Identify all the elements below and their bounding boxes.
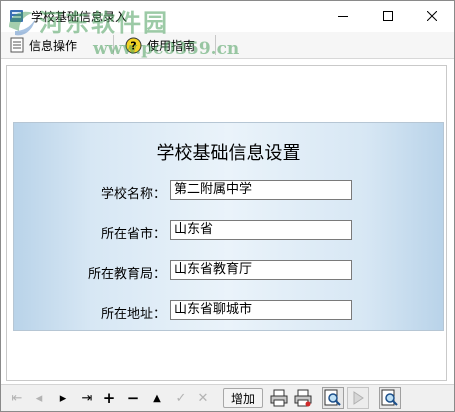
education-bureau-input[interactable]: 山东省教育厅 — [170, 260, 352, 280]
title-bar[interactable]: 学校基础信息录入 — [1, 1, 454, 31]
menu-separator — [215, 35, 216, 55]
database-icon — [9, 37, 25, 53]
school-name-input[interactable]: 第二附属中学 — [170, 180, 352, 200]
education-bureau-label: 所在教育局： — [88, 267, 167, 282]
school-name-label: 学校名称： — [100, 187, 166, 202]
minimize-button[interactable] — [320, 1, 365, 31]
print-icon[interactable] — [268, 387, 290, 409]
form-title: 学校基础信息设置 — [156, 143, 301, 164]
prior-record-button[interactable]: ◂ — [29, 388, 49, 408]
app-icon — [9, 8, 25, 24]
help-icon: ? — [125, 37, 142, 54]
post-record-button[interactable]: ✓ — [171, 388, 191, 408]
province-city-label: 所在省市： — [100, 227, 166, 242]
address-input[interactable]: 山东省聊城市 — [170, 300, 352, 320]
record-navigator: ⇤ ◂ ▸ ⇥ + − ▲ ✓ ✕ 增加 — [1, 384, 454, 411]
cancel-record-button[interactable]: ✕ — [193, 388, 213, 408]
window-title: 学校基础信息录入 — [31, 10, 128, 24]
search-icon[interactable] — [322, 387, 344, 409]
svg-text:?: ? — [130, 39, 136, 52]
address-label: 所在地址： — [100, 307, 166, 322]
menu-user-guide-label: 使用指南 — [147, 38, 196, 53]
first-record-button[interactable]: ⇤ — [7, 388, 27, 408]
play-icon[interactable] — [347, 387, 369, 409]
menu-separator — [113, 35, 114, 55]
menu-info-operations-label: 信息操作 — [29, 38, 78, 53]
print-preview-icon[interactable] — [292, 387, 314, 409]
content-area: 学校基础信息设置 学校名称： 第二附属中学 所在省市： 山东省 所在教育局： 山… — [6, 65, 447, 381]
delete-record-button[interactable]: − — [123, 388, 143, 408]
edit-record-button[interactable]: ▲ — [147, 388, 167, 408]
menu-toolbar: 信息操作 ? 使用指南 — [1, 32, 454, 59]
province-city-input[interactable]: 山东省 — [170, 220, 352, 240]
add-button[interactable]: 增加 — [223, 388, 263, 408]
menu-info-operations[interactable]: 信息操作 — [9, 35, 77, 55]
last-record-button[interactable]: ⇥ — [77, 388, 97, 408]
insert-record-button[interactable]: + — [99, 388, 119, 408]
school-info-panel: 学校基础信息设置 学校名称： 第二附属中学 所在省市： 山东省 所在教育局： 山… — [13, 122, 444, 331]
app-window: 学校基础信息录入 信息操作 ? 使用指南 河东软件园 www.pc0359.cn… — [0, 0, 455, 412]
next-record-button[interactable]: ▸ — [53, 388, 73, 408]
maximize-button[interactable] — [365, 1, 410, 31]
close-button[interactable] — [409, 1, 454, 31]
menu-user-guide[interactable]: ? 使用指南 — [125, 35, 195, 55]
find-icon[interactable] — [379, 387, 401, 409]
